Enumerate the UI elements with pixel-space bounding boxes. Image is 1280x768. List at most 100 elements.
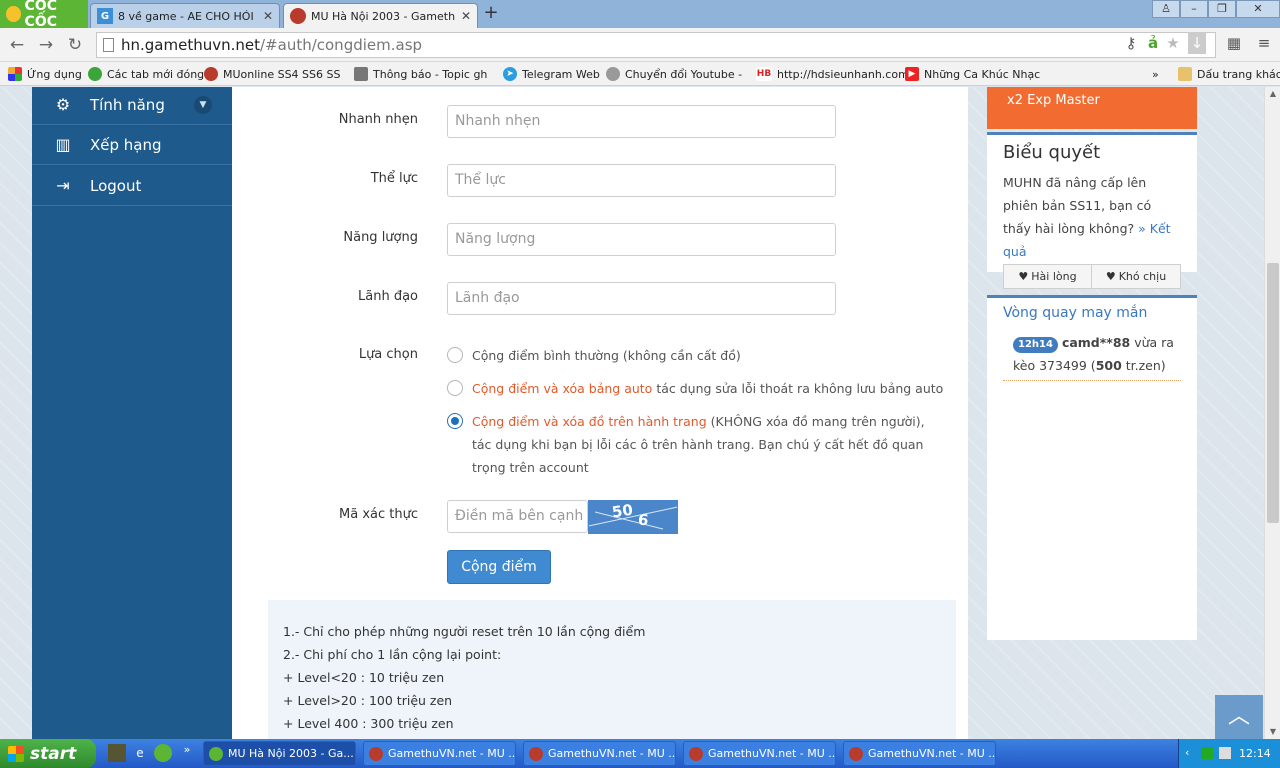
sidebar-item-label: Tính năng: [90, 95, 165, 114]
sidebar-item-ranking[interactable]: ▥ Xếp hạng: [32, 125, 232, 165]
radio-clear-inventory[interactable]: [447, 413, 463, 429]
converter-icon: [606, 67, 620, 81]
apps-grid-icon: [8, 67, 22, 81]
bookmark-closed-tabs[interactable]: Các tab mới đóng: [88, 66, 204, 82]
scroll-down-icon[interactable]: ▼: [1265, 725, 1280, 739]
bookmark-topic[interactable]: Thông báo - Topic ghi lỗ: [354, 66, 488, 82]
add-points-button[interactable]: Cộng điểm: [447, 550, 551, 584]
ie-quicklaunch-icon[interactable]: e: [131, 744, 149, 762]
coccoc-quicklaunch-icon[interactable]: [154, 744, 172, 762]
bookmark-telegram[interactable]: ➤ Telegram Web: [503, 66, 600, 82]
bookmark-hdsieunhanh[interactable]: HB http://hdsieunhanh.com: [756, 66, 909, 82]
network-icon[interactable]: [1201, 747, 1213, 759]
windows-flag-icon: [8, 745, 24, 762]
winner-unit: tr.zen): [1121, 358, 1166, 373]
folder-icon: [1178, 67, 1192, 81]
tab-mu-hanoi[interactable]: MU Hà Nội 2003 - GamethuVN ✕: [283, 3, 478, 28]
taskbar-item[interactable]: GamethuVN.net - MU ...: [843, 741, 996, 766]
back-arrow-icon[interactable]: ←: [6, 34, 28, 56]
option-clear-auto-title: Cộng điểm và xóa bảng auto: [472, 381, 653, 396]
captcha-image[interactable]: 50 6: [588, 500, 678, 534]
reload-icon[interactable]: ↻: [64, 34, 86, 56]
poll-satisfied-button[interactable]: ♥ Hài lòng: [1003, 264, 1092, 289]
close-window-icon[interactable]: ✕: [1236, 0, 1280, 18]
scrollbar-thumb[interactable]: [1267, 263, 1279, 523]
tab-title: 8 về game - AE CHO HỎI LÀM: [118, 9, 257, 23]
option-clear-auto[interactable]: Cộng điểm và xóa bảng auto tác dụng sửa …: [447, 377, 947, 400]
taskbar-item-label: GamethuVN.net - MU ...: [388, 747, 516, 760]
browser-toolbar: ← → ↻ hn.gamethuvn.net/#auth/congdiem.as…: [0, 28, 1280, 62]
promo-banner[interactable]: x2 Exp Master: [987, 87, 1197, 129]
bookmark-apps[interactable]: Ứng dụng: [8, 66, 82, 82]
star-bookmark-icon[interactable]: ★: [1164, 32, 1182, 54]
address-bar[interactable]: hn.gamethuvn.net/#auth/congdiem.asp: [96, 32, 1216, 58]
bookmark-youtube-converter[interactable]: Chuyển đổi Youtube - Ch: [606, 66, 742, 82]
agility-input[interactable]: Nhanh nhẹn: [447, 105, 836, 138]
bookmark-muonline[interactable]: MUonline SS4 SS6 SS8 SS: [204, 66, 340, 82]
clock[interactable]: 12:14: [1239, 747, 1271, 760]
taskbar-item[interactable]: GamethuVN.net - MU ...: [363, 741, 516, 766]
menu-icon[interactable]: ≡: [1255, 32, 1273, 54]
tray-expand-icon[interactable]: ‹: [1185, 746, 1189, 759]
option-clear-inventory-text: Cộng điểm và xóa đồ trên hành trang (KHÔ…: [447, 410, 937, 479]
bookmark-label: Ứng dụng: [27, 67, 82, 81]
stamina-input[interactable]: Thể lực: [447, 164, 836, 197]
bookmark-label: http://hdsieunhanh.com: [777, 67, 909, 81]
command-label: Lãnh đạo: [358, 289, 418, 304]
lucky-wheel-title[interactable]: Vòng quay may mắn: [1003, 305, 1181, 321]
bookmark-music[interactable]: ▶ Những Ca Khúc Nhạc Tr: [905, 66, 1043, 82]
taskbar-item[interactable]: GamethuVN.net - MU ...: [683, 741, 836, 766]
bookmark-label: Telegram Web: [522, 67, 600, 81]
poll-panel: Biểu quyết MUHN đã nâng cấp lên phiên bả…: [987, 132, 1197, 289]
restore-icon[interactable]: ❐: [1208, 0, 1236, 18]
bookmark-other[interactable]: Dấu trang khác: [1178, 66, 1280, 82]
chevron-down-icon[interactable]: ▼: [194, 95, 212, 114]
url-path: /#auth/congdiem.asp: [260, 36, 423, 54]
minimize-icon[interactable]: –: [1180, 0, 1208, 18]
tab-game-forum[interactable]: G 8 về game - AE CHO HỎI LÀM ✕: [90, 3, 280, 28]
start-button[interactable]: start: [0, 739, 96, 768]
account-icon[interactable]: ♙: [1152, 0, 1180, 18]
coccoc-logo[interactable]: CỐC CỐC: [0, 0, 88, 30]
sidebar-item-features[interactable]: ⚙ Tính năng ▼: [32, 87, 232, 125]
translate-icon[interactable]: ả: [1144, 32, 1162, 54]
mu-app-icon: [529, 746, 543, 761]
radio-clear-auto[interactable]: [447, 380, 463, 396]
scroll-to-top-button[interactable]: ︿: [1215, 695, 1263, 739]
game-quicklaunch-icon[interactable]: [108, 744, 126, 762]
bar-chart-icon: ▥: [55, 135, 71, 154]
mu-app-icon: [369, 746, 383, 761]
volume-icon[interactable]: [1219, 747, 1231, 759]
forward-arrow-icon[interactable]: →: [35, 34, 57, 56]
radio-normal[interactable]: [447, 347, 463, 363]
stamina-label: Thể lực: [370, 171, 418, 186]
download-icon[interactable]: ↓: [1188, 32, 1206, 54]
agility-label: Nhanh nhẹn: [338, 112, 418, 127]
browser-tab-strip: CỐC CỐC G 8 về game - AE CHO HỎI LÀM ✕ M…: [0, 0, 1280, 30]
sidebar-item-label: Logout: [90, 176, 142, 195]
option-normal[interactable]: Cộng điểm bình thường (không cần cất đồ): [447, 344, 947, 367]
option-clear-inventory[interactable]: Cộng điểm và xóa đồ trên hành trang (KHÔ…: [447, 410, 937, 479]
page-scrollbar[interactable]: ▲ ▼: [1264, 87, 1280, 739]
taskbar-item-label: GamethuVN.net - MU ...: [708, 747, 836, 760]
qr-icon[interactable]: ▦: [1225, 32, 1243, 54]
url-host: hn.gamethuvn.net: [121, 36, 260, 54]
energy-input[interactable]: Năng lượng: [447, 223, 836, 256]
taskbar-item[interactable]: MU Hà Nội 2003 - Ga...: [203, 741, 356, 766]
poll-unsatisfied-button[interactable]: ♥ Khó chịu: [1092, 264, 1181, 289]
quicklaunch-overflow[interactable]: »: [178, 741, 196, 759]
captcha-input[interactable]: Điền mã bên cạnh: [447, 500, 588, 533]
option-clear-auto-text: Cộng điểm và xóa bảng auto tác dụng sửa …: [447, 377, 947, 400]
scroll-up-icon[interactable]: ▲: [1265, 87, 1280, 101]
taskbar-item[interactable]: GamethuVN.net - MU ...: [523, 741, 676, 766]
main-content: Nhanh nhẹn Nhanh nhẹn Thể lực Thể lực Nă…: [232, 87, 968, 739]
close-tab-icon[interactable]: ✕: [263, 9, 273, 23]
sidebar-item-logout[interactable]: ⇥ Logout: [32, 166, 232, 206]
poll-button-label: Hài lòng: [1031, 270, 1077, 283]
new-tab-button[interactable]: +: [480, 4, 502, 24]
command-input[interactable]: Lãnh đạo: [447, 282, 836, 315]
page-viewport: ⚙ Tính năng ▼ ▥ Xếp hạng ⇥ Logout Nhanh …: [0, 87, 1264, 739]
close-tab-icon[interactable]: ✕: [461, 9, 471, 23]
bookmark-overflow[interactable]: »: [1152, 66, 1159, 82]
key-icon[interactable]: ⚷: [1122, 32, 1140, 54]
